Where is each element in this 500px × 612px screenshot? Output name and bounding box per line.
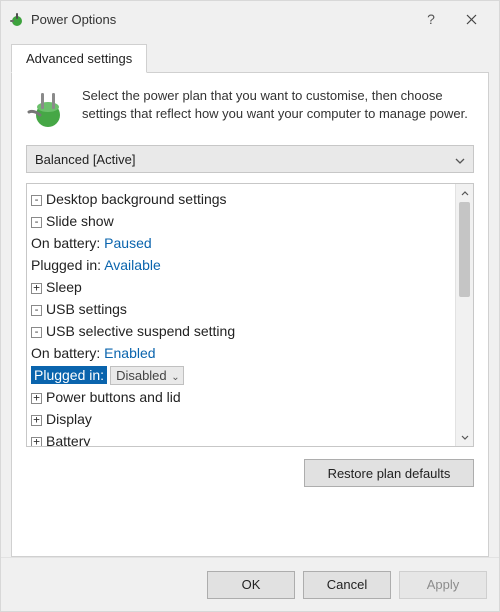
scroll-track[interactable] bbox=[456, 202, 473, 428]
restore-defaults-button[interactable]: Restore plan defaults bbox=[304, 459, 474, 487]
chevron-down-icon: ⌄ bbox=[171, 369, 179, 386]
collapse-icon[interactable]: - bbox=[31, 327, 42, 338]
tree-item-sleep[interactable]: +Sleep bbox=[29, 276, 451, 298]
tree-item-usb-suspend-plugged[interactable]: Plugged in:Disabled⌄ bbox=[29, 364, 451, 386]
value-usb-suspend-battery[interactable]: Enabled bbox=[104, 345, 155, 361]
tree-item-usb[interactable]: -USB settings bbox=[29, 298, 451, 320]
settings-tree[interactable]: -Desktop background settings -Slide show… bbox=[27, 184, 455, 446]
power-options-icon bbox=[9, 11, 25, 27]
tree-item-usb-suspend[interactable]: -USB selective suspend setting bbox=[29, 320, 451, 342]
collapse-icon[interactable]: - bbox=[31, 217, 42, 228]
expand-icon[interactable]: + bbox=[31, 393, 42, 404]
scroll-up-icon[interactable] bbox=[456, 184, 473, 202]
tree-item-display[interactable]: +Display bbox=[29, 408, 451, 430]
expand-icon[interactable]: + bbox=[31, 437, 42, 446]
cancel-button[interactable]: Cancel bbox=[303, 571, 391, 599]
tab-advanced-settings[interactable]: Advanced settings bbox=[11, 44, 147, 73]
tree-scrollbar[interactable] bbox=[455, 184, 473, 446]
value-usb-suspend-plugged-dropdown[interactable]: Disabled⌄ bbox=[110, 366, 184, 385]
tree-item-slideshow-plugged[interactable]: Plugged in: Available bbox=[29, 254, 451, 276]
tree-item-slideshow[interactable]: -Slide show bbox=[29, 210, 451, 232]
scroll-thumb[interactable] bbox=[459, 202, 470, 297]
chevron-down-icon bbox=[455, 152, 465, 167]
tabstrip: Advanced settings bbox=[11, 43, 489, 72]
value-slideshow-plugged[interactable]: Available bbox=[104, 257, 161, 273]
close-button[interactable] bbox=[451, 1, 491, 37]
tree-item-usb-suspend-battery[interactable]: On battery: Enabled bbox=[29, 342, 451, 364]
power-plan-dropdown[interactable]: Balanced [Active] bbox=[26, 145, 474, 173]
power-plan-selected: Balanced [Active] bbox=[35, 152, 135, 167]
ok-button[interactable]: OK bbox=[207, 571, 295, 599]
collapse-icon[interactable]: - bbox=[31, 195, 42, 206]
tab-panel: Select the power plan that you want to c… bbox=[11, 72, 489, 557]
close-icon bbox=[466, 14, 477, 25]
dialog-footer: OK Cancel Apply bbox=[1, 557, 499, 611]
window-title: Power Options bbox=[31, 12, 116, 27]
tree-item-desktop-background[interactable]: -Desktop background settings bbox=[29, 188, 451, 210]
expand-icon[interactable]: + bbox=[31, 283, 42, 294]
intro-text: Select the power plan that you want to c… bbox=[82, 87, 474, 131]
scroll-down-icon[interactable] bbox=[456, 428, 473, 446]
intro: Select the power plan that you want to c… bbox=[26, 87, 474, 131]
collapse-icon[interactable]: - bbox=[31, 305, 42, 316]
power-options-dialog: Power Options ? Advanced settings bbox=[0, 0, 500, 612]
expand-icon[interactable]: + bbox=[31, 415, 42, 426]
tree-item-power-buttons[interactable]: +Power buttons and lid bbox=[29, 386, 451, 408]
selected-label: Plugged in: bbox=[31, 366, 107, 384]
power-plan-icon bbox=[26, 87, 70, 131]
tree-item-slideshow-battery[interactable]: On battery: Paused bbox=[29, 232, 451, 254]
titlebar: Power Options ? bbox=[1, 1, 499, 37]
value-slideshow-battery[interactable]: Paused bbox=[104, 235, 151, 251]
apply-button[interactable]: Apply bbox=[399, 571, 487, 599]
tree-item-battery[interactable]: +Battery bbox=[29, 430, 451, 446]
help-button[interactable]: ? bbox=[411, 1, 451, 37]
settings-tree-container: -Desktop background settings -Slide show… bbox=[26, 183, 474, 447]
